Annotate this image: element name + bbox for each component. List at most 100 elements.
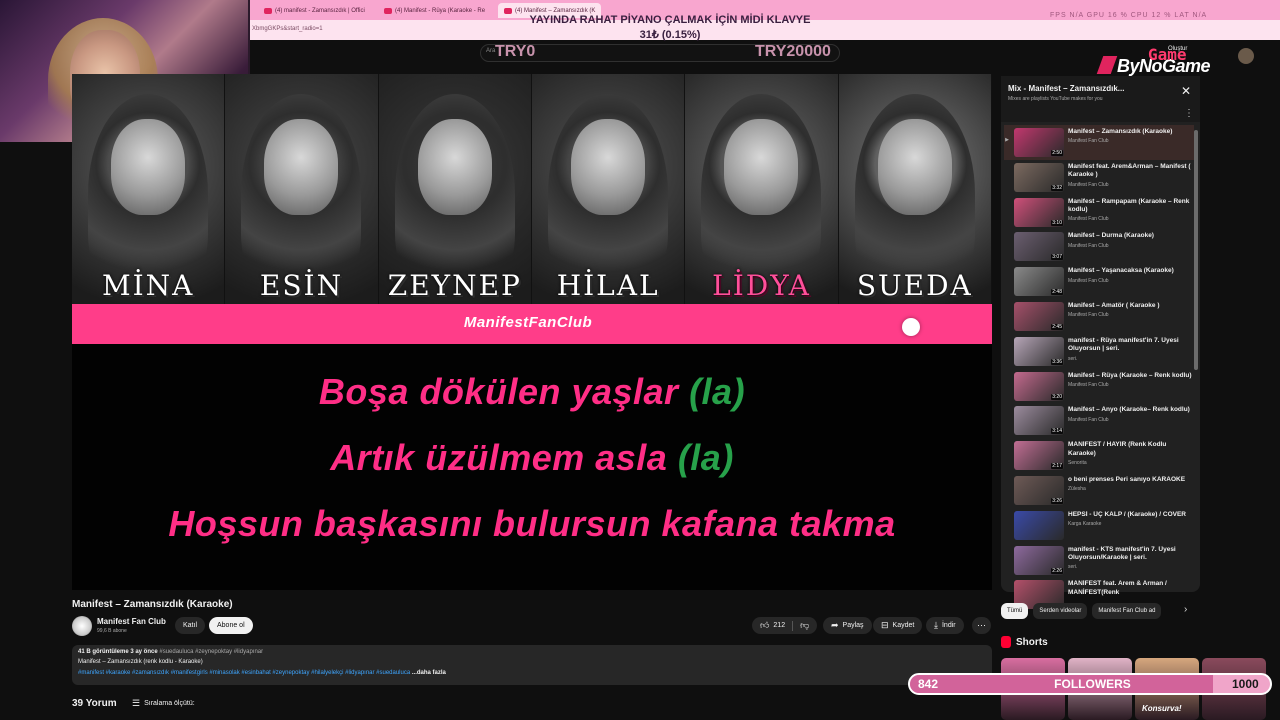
video-player[interactable]: MİNA ESİN ZEYNEP HİLAL LİDYA SUEDA ManifestFa… xyxy=(72,74,992,590)
member-photo: SUEDA xyxy=(838,74,992,304)
playlist-item[interactable]: ▶ 2:50 Manifest – Zamansızdık (Karaoke) Man… xyxy=(1004,125,1194,160)
comments-count: 39 Yorum xyxy=(72,698,117,709)
playlist-item-title: HEPSİ - ÜÇ KALP / (Karaoke) / COVER xyxy=(1068,510,1186,518)
video-duration: 2:48 xyxy=(1051,289,1063,296)
share-button[interactable]: ➦ Paylaş xyxy=(823,617,872,634)
member-name: MİNA xyxy=(101,269,195,302)
save-label: Kaydet xyxy=(892,622,915,629)
video-title: Manifest – Zamansızdık (Karaoke) xyxy=(72,599,233,610)
thumbs-up-icon: 👍︎ xyxy=(760,620,770,630)
thumbs-down-icon[interactable]: 👎︎ xyxy=(800,620,809,631)
donation-goal-target: TRY20000 xyxy=(755,43,831,60)
shorts-label: Shorts xyxy=(1016,636,1048,648)
related-chips: Tümü Serden videolar Manifest Fan Club a… xyxy=(1001,603,1200,619)
playlist-thumbnail[interactable]: 2:45 xyxy=(1014,302,1064,331)
channel-avatar[interactable] xyxy=(72,616,92,636)
like-button[interactable]: 👍︎ 212 👎︎ xyxy=(752,617,818,634)
playlist-item[interactable]: 3:07 Manifest – Durma (Karaoke) Manifest F… xyxy=(1004,229,1194,264)
playlist-item-title: Manifest – Amatör ( Karaoke ) xyxy=(1068,302,1160,309)
more-vertical-icon[interactable]: ⋮ xyxy=(1184,108,1194,119)
playlist-item-title: Manifest – Zamansızdık (Karaoke) xyxy=(1068,128,1173,135)
close-icon[interactable]: ✕ xyxy=(1181,84,1191,98)
playlist-thumbnail[interactable]: 2:17 xyxy=(1014,441,1064,471)
playlist-thumbnail[interactable]: 3:14 xyxy=(1014,406,1064,436)
playlist-item-title: Manifest – Rampapam (Karaoke – Renk kodl… xyxy=(1068,197,1190,214)
account-avatar[interactable] xyxy=(1238,48,1254,64)
stream-stats: FPS N/A GPU 16 % CPU 12 % LAT N/A xyxy=(1050,12,1208,19)
playlist-item[interactable]: 2:48 Manifest – Yaşanacaksa (Karaoke) Mani… xyxy=(1004,264,1194,299)
playlist-title[interactable]: Mix - Manifest – Zamansızdık... xyxy=(1008,84,1124,93)
channel-name[interactable]: Manifest Fan Club xyxy=(97,617,166,626)
playlist-thumbnail[interactable]: 3:07 xyxy=(1014,232,1064,262)
download-button[interactable]: ⤓ İndir xyxy=(926,617,964,634)
chip-all[interactable]: Tümü xyxy=(1001,603,1029,619)
video-duration: 3:32 xyxy=(1051,184,1063,191)
youtube-icon xyxy=(384,7,392,14)
chip-channel[interactable]: Manifest Fan Club ad xyxy=(1092,603,1162,619)
member-face xyxy=(724,119,799,215)
playlist-item[interactable]: 3:20 Manifest – Rüya (Karaoke – Renk kodl… xyxy=(1004,369,1194,404)
game-tag: Game xyxy=(1148,45,1187,64)
playlist-scrollbar[interactable] xyxy=(1194,130,1198,370)
member-photo-strip: MİNA ESİN ZEYNEP HİLAL LİDYA SUEDA xyxy=(72,74,992,304)
share-label: Paylaş xyxy=(842,622,864,629)
playlist-thumbnail[interactable]: 3:20 xyxy=(1014,371,1064,401)
video-duration: 3:26 xyxy=(1051,498,1063,504)
playlist-thumbnail[interactable]: 3:10 xyxy=(1014,197,1064,227)
playlist-item[interactable]: 3:10 Manifest – Rampapam (Karaoke – Renk … xyxy=(1004,195,1194,230)
now-playing-icon xyxy=(1004,508,1010,543)
playlist-item-title: MANİFEST / HAYIR (Renk Kodlu Karaoke) xyxy=(1068,441,1167,457)
browser-tab[interactable]: (4) manifest - Zamansızdık | Offici xyxy=(258,3,371,18)
member-photo: HİLAL xyxy=(531,74,686,304)
description-tags: #suedaulucа #zeynepoktay #lidyapınar xyxy=(159,649,264,655)
lyric-text: Artık üzülmem asla xyxy=(330,437,678,478)
playlist-item[interactable]: 3:36 manifest - Rüya manifest'in 7. Üyesi… xyxy=(1004,334,1194,369)
sort-comments-button[interactable]: ☰ Sıralama ölçütü: xyxy=(132,698,195,709)
subscribe-button[interactable]: Abone ol xyxy=(209,617,253,634)
playlist-thumbnail[interactable]: 2:48 xyxy=(1014,267,1064,297)
member-name: HİLAL xyxy=(556,269,660,302)
chevron-right-icon[interactable]: › xyxy=(1184,604,1187,615)
playlist-item[interactable]: 2:26 manifest - KTS manifest'in 7. Üyesi … xyxy=(1004,543,1194,578)
playlist-item[interactable]: 3:14 Manifest – Anyo (Karaoke– Renk kodlu… xyxy=(1004,403,1194,438)
member-photo: ESİN xyxy=(225,74,379,304)
playlist-subtitle: Mixes are playlists YouTube makes for yo… xyxy=(1008,96,1103,102)
playlist-thumbnail[interactable] xyxy=(1014,510,1064,540)
playlist-thumbnail[interactable]: 2:26 xyxy=(1014,545,1064,575)
tab-label: (4) Manifest – Zamansızdık (K xyxy=(515,7,596,14)
lyric-line: Boşa dökülen yaşlar (la) xyxy=(72,371,992,413)
chip-series[interactable]: Serden videolar xyxy=(1033,603,1088,619)
playlist-item[interactable]: 2:17 MANİFEST / HAYIR (Renk Kodlu Karaoke… xyxy=(1004,438,1194,473)
member-name: ESİN xyxy=(259,269,344,302)
playlist-item[interactable]: HEPSİ - ÜÇ KALP / (Karaoke) / COVER Karga… xyxy=(1004,508,1194,543)
more-actions-button[interactable]: ⋯ xyxy=(972,617,991,634)
followers-goal: 1000 xyxy=(1232,677,1259,691)
now-playing-icon xyxy=(1004,473,1010,508)
show-more-link[interactable]: ...daha fazla xyxy=(412,670,446,676)
playlist-item-channel: seri. xyxy=(1068,564,1078,571)
now-playing-icon: ▶ xyxy=(1005,137,1009,143)
save-button[interactable]: ⊟ Kaydet xyxy=(873,617,923,634)
now-playing-icon xyxy=(1004,543,1010,578)
hashtags[interactable]: #manifest #karaoke #zamansızdık #manifes… xyxy=(78,670,410,676)
video-duration: 2:45 xyxy=(1051,324,1063,330)
join-button[interactable]: Katıl xyxy=(175,617,206,634)
playlist-thumbnail[interactable]: 3:36 xyxy=(1014,336,1064,366)
now-playing-icon xyxy=(1004,334,1010,369)
now-playing-icon xyxy=(1004,229,1010,264)
sort-label: Sıralama ölçütü: xyxy=(144,700,195,707)
lyric-text: Hoşsun başkasını bulursun kafana takma xyxy=(168,503,896,544)
playlist-item-title: Manifest – Rüya (Karaoke – Renk kodlu) xyxy=(1068,371,1192,379)
playlist-item-channel: Senorita xyxy=(1068,460,1087,467)
playlist-item[interactable]: 3:26 o beni prenses Peri sanıyo KARAOKE Zü… xyxy=(1004,473,1194,508)
playlist-item-channel: seri. xyxy=(1068,355,1078,362)
playlist-item-channel: Manifest Fan Club xyxy=(1068,312,1109,319)
playlist-item-channel: Manifest Fan Club xyxy=(1068,382,1109,389)
playlist-item[interactable]: 2:45 Manifest – Amatör ( Karaoke ) Manifes… xyxy=(1004,299,1194,334)
playlist-item[interactable]: 3:32 Manifest feat. Arem&Arman – Manifest… xyxy=(1004,160,1194,195)
playlist-thumbnail[interactable]: 2:50 xyxy=(1014,128,1064,157)
playlist-thumbnail[interactable]: 3:32 xyxy=(1014,162,1064,192)
playlist-thumbnail[interactable]: 3:26 xyxy=(1014,476,1064,505)
video-duration: 2:50 xyxy=(1051,150,1063,156)
like-count: 212 xyxy=(773,622,786,629)
